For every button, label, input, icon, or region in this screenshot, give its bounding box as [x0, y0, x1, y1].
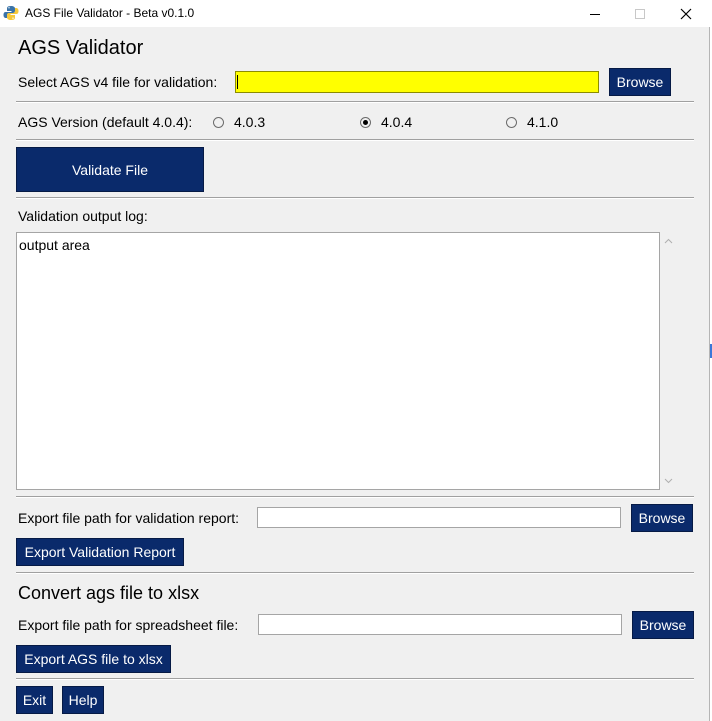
ags-file-input[interactable]	[235, 71, 599, 93]
separator	[16, 101, 694, 103]
ags-version-label: AGS Version (default 4.0.4):	[18, 114, 193, 130]
validator-heading: AGS Validator	[18, 37, 144, 59]
scroll-up-icon[interactable]	[663, 236, 674, 247]
browse-spreadsheet-path-button[interactable]: Browse	[632, 611, 694, 639]
browse-report-path-button[interactable]: Browse	[631, 504, 693, 532]
output-log-text: output area	[19, 237, 90, 253]
validate-file-button[interactable]: Validate File	[16, 147, 204, 192]
spreadsheet-path-label: Export file path for spreadsheet file:	[18, 617, 239, 633]
radio-label: 4.1.0	[527, 114, 559, 130]
minimize-button[interactable]	[572, 0, 618, 27]
radio-version-410[interactable]: 4.1.0	[506, 114, 558, 130]
maximize-button[interactable]	[617, 0, 663, 27]
separator	[16, 678, 694, 680]
output-log-label: Validation output log:	[18, 208, 148, 224]
title-bar: AGS File Validator - Beta v0.1.0	[0, 0, 712, 27]
output-log-scrollbar[interactable]	[660, 232, 677, 490]
separator	[16, 572, 694, 574]
window-title: AGS File Validator - Beta v0.1.0	[25, 6, 195, 20]
radio-version-403[interactable]: 4.0.3	[213, 114, 265, 130]
spreadsheet-path-input[interactable]	[258, 614, 622, 635]
text-caret	[237, 75, 238, 89]
report-path-input[interactable]	[257, 507, 621, 528]
ags-file-label: Select AGS v4 file for validation:	[18, 74, 218, 90]
report-path-label: Export file path for validation report:	[18, 510, 240, 526]
convert-heading: Convert ags file to xlsx	[18, 583, 200, 603]
close-button[interactable]	[663, 0, 709, 27]
minimize-icon	[590, 13, 600, 15]
radio-icon	[506, 116, 517, 128]
browse-ags-file-button[interactable]: Browse	[609, 68, 671, 96]
radio-label: 4.0.4	[381, 114, 413, 130]
output-log-textarea[interactable]: output area	[16, 232, 660, 490]
radio-icon	[213, 116, 224, 128]
python-icon	[3, 6, 19, 20]
radio-selected-icon	[360, 116, 371, 128]
separator	[16, 496, 694, 498]
separator	[16, 197, 694, 199]
scroll-down-icon[interactable]	[663, 475, 674, 486]
separator	[16, 139, 694, 141]
close-icon	[680, 8, 692, 19]
radio-version-404[interactable]: 4.0.4	[360, 114, 412, 130]
radio-label: 4.0.3	[234, 114, 266, 130]
maximize-icon	[635, 8, 645, 19]
export-ags-to-xlsx-button[interactable]: Export AGS file to xlsx	[16, 645, 171, 673]
help-button[interactable]: Help	[62, 686, 104, 714]
export-validation-report-button[interactable]: Export Validation Report	[16, 538, 184, 566]
exit-button[interactable]: Exit	[16, 686, 53, 714]
